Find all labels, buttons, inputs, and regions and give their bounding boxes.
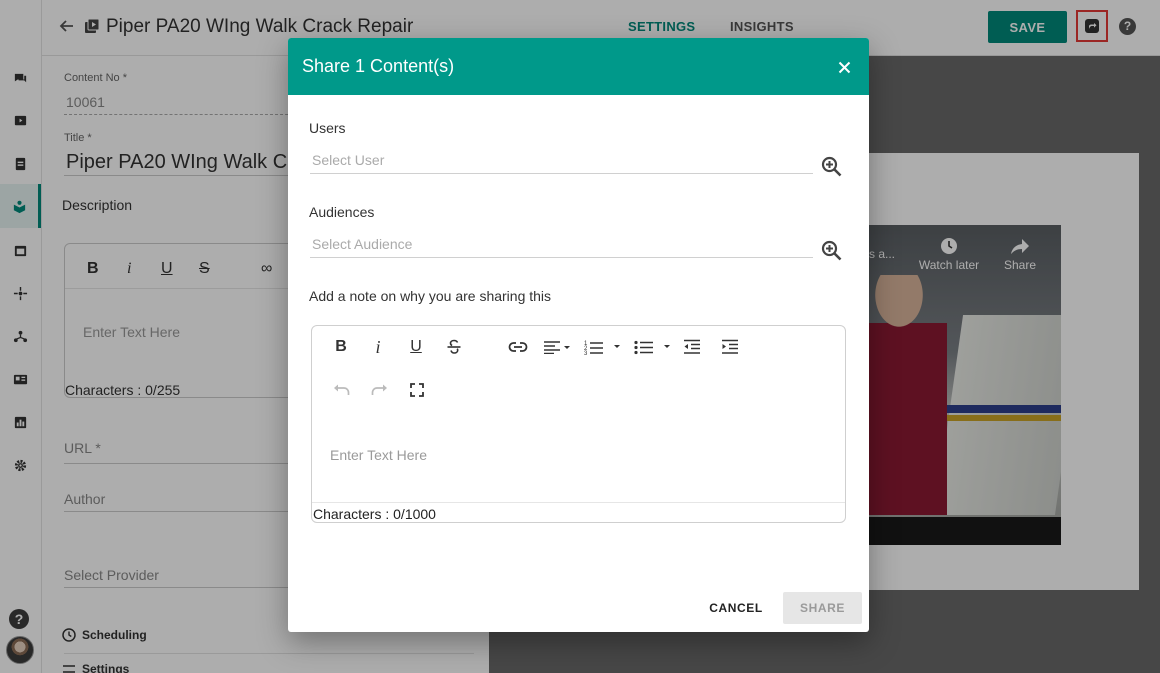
share-dialog: Share 1 Content(s) Users Audiences Add a… xyxy=(288,38,869,632)
italic-glyph: i xyxy=(375,336,381,357)
undo-button[interactable] xyxy=(332,379,350,401)
cancel-button[interactable]: CANCEL xyxy=(702,592,770,624)
bold-glyph: B xyxy=(335,338,347,355)
audiences-label: Audiences xyxy=(309,204,375,220)
svg-text:3: 3 xyxy=(584,351,588,355)
underline-button[interactable]: U xyxy=(407,336,425,358)
align-left-icon xyxy=(544,341,570,354)
select-user-input[interactable] xyxy=(310,146,813,174)
dialog-title: Share 1 Content(s) xyxy=(302,56,455,76)
note-editor[interactable]: B i U 123 Enter Text Here Characters: 0… xyxy=(311,325,846,523)
bullet-list-icon xyxy=(634,340,670,355)
align-dropdown[interactable] xyxy=(542,336,574,358)
dialog-header: Share 1 Content(s) xyxy=(288,38,869,95)
indent-icon xyxy=(722,339,738,354)
ordered-list-dropdown[interactable]: 123 xyxy=(583,336,623,358)
redo-button[interactable] xyxy=(370,379,388,401)
close-button[interactable] xyxy=(832,55,856,79)
outdent-icon xyxy=(684,339,700,354)
note-char-count: Characters : 0/1000 xyxy=(313,506,436,522)
outdent-button[interactable] xyxy=(682,336,702,358)
zoom-in-icon xyxy=(821,156,841,176)
close-icon xyxy=(838,61,850,73)
select-audience-input[interactable] xyxy=(310,230,813,258)
fullscreen-icon xyxy=(410,383,424,397)
strikethrough-icon xyxy=(447,339,461,354)
italic-button[interactable]: i xyxy=(371,336,385,358)
undo-icon xyxy=(333,384,349,395)
indent-button[interactable] xyxy=(720,336,740,358)
bold-button[interactable]: B xyxy=(332,336,350,358)
ordered-list-icon: 123 xyxy=(584,341,620,355)
fullscreen-button[interactable] xyxy=(408,379,426,401)
share-submit-button[interactable]: SHARE xyxy=(783,592,862,624)
redo-icon xyxy=(371,384,387,395)
zoom-in-icon xyxy=(821,240,841,260)
note-placeholder: Enter Text Here xyxy=(330,447,428,463)
users-label: Users xyxy=(309,120,346,136)
bullet-list-dropdown[interactable] xyxy=(633,336,673,358)
link-button[interactable] xyxy=(507,336,529,358)
note-label: Add a note on why you are sharing this xyxy=(309,288,552,304)
underline-glyph: U xyxy=(410,338,422,355)
strikethrough-button[interactable] xyxy=(444,336,464,358)
link-icon xyxy=(508,342,528,352)
editor-footer-divider xyxy=(312,502,845,503)
audience-search-button[interactable] xyxy=(820,239,842,261)
user-search-button[interactable] xyxy=(820,155,842,177)
